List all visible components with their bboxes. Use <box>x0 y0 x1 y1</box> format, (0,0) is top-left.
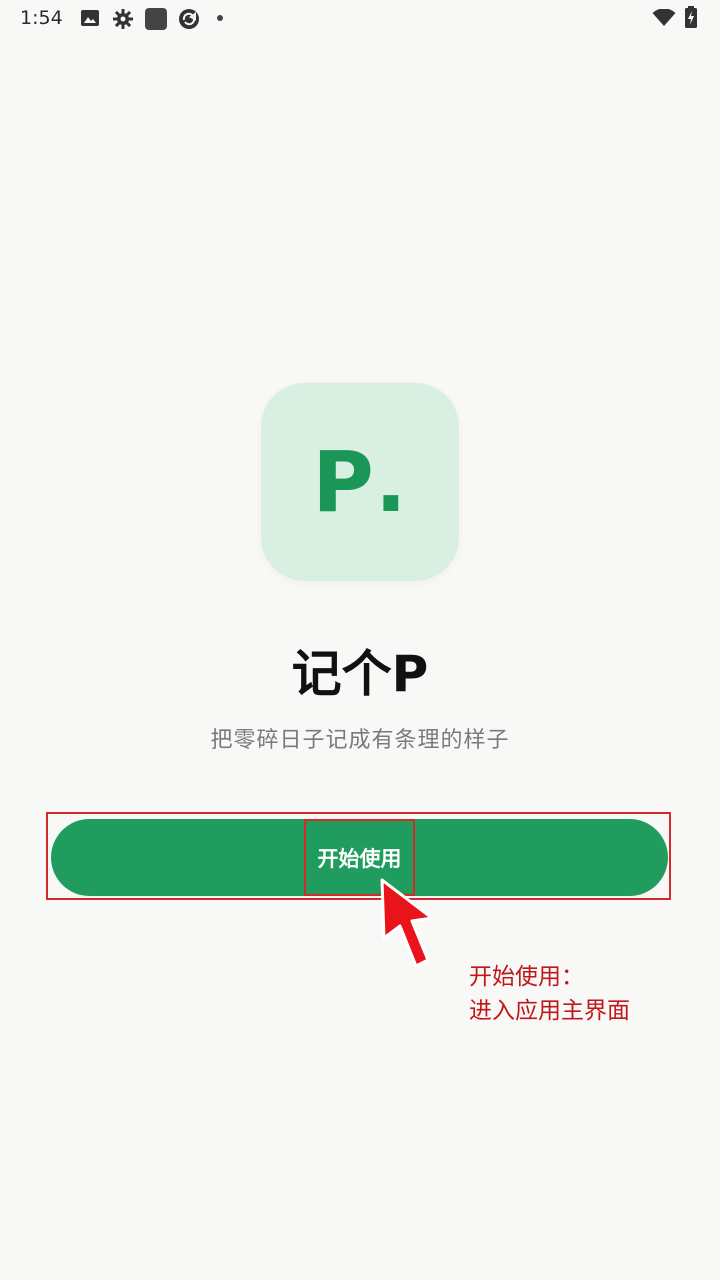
app-square-icon <box>145 8 167 30</box>
dot-icon <box>217 15 223 21</box>
status-time: 1:54 <box>20 7 63 29</box>
image-icon <box>81 10 99 26</box>
status-bar: 1:54 <box>0 0 720 40</box>
annotation-line-1: 开始使用： <box>469 964 584 990</box>
annotation-note: 开始使用： 进入应用主界面 <box>469 960 630 1028</box>
app-logo-dot: . <box>374 433 408 531</box>
app-logo-letter: P. <box>261 383 459 581</box>
gear-icon <box>113 9 133 29</box>
app-tagline: 把零碎日子记成有条理的样子 <box>210 728 510 753</box>
annotation-line-2: 进入应用主界面 <box>469 998 630 1024</box>
sync-icon <box>179 9 199 29</box>
app-logo-p: P <box>312 433 375 531</box>
battery-charging-icon <box>685 6 697 28</box>
app-logo: P. <box>261 383 459 581</box>
pointer-arrow-icon <box>380 878 434 968</box>
wifi-icon <box>652 9 676 26</box>
app-title: 记个P <box>291 645 429 703</box>
